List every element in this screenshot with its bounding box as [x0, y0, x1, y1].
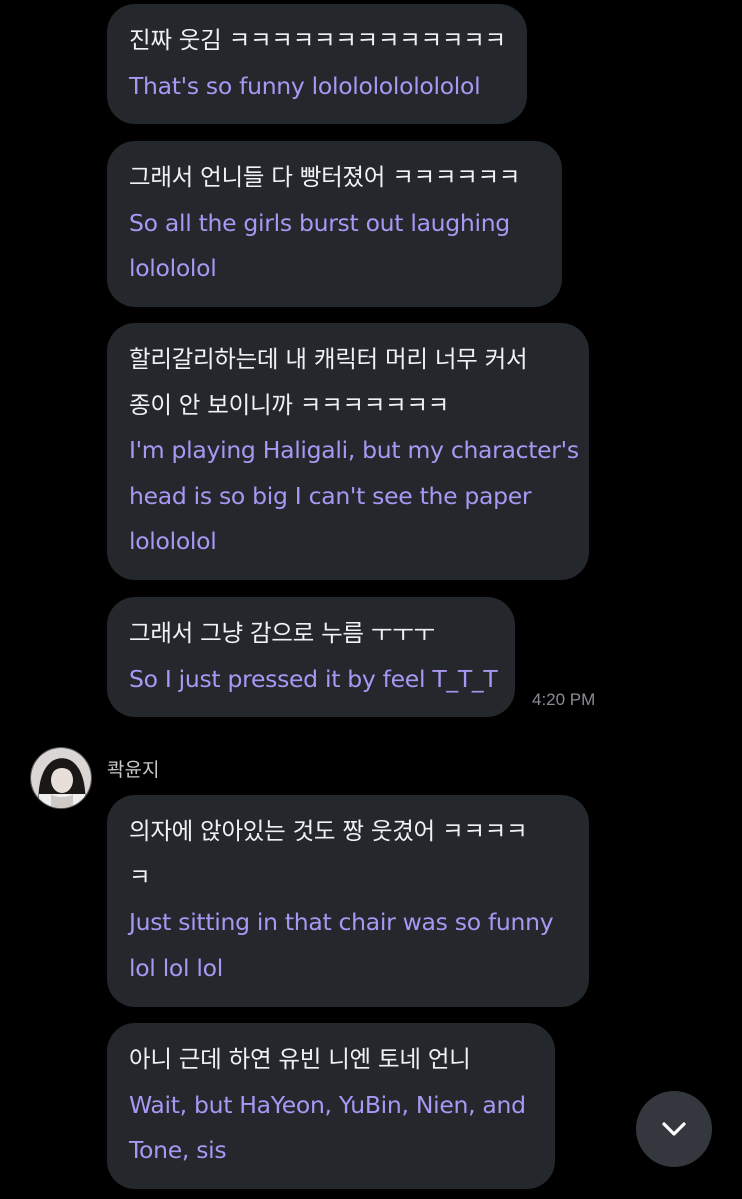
message-translation-text: lol lol lol: [129, 953, 223, 982]
message-translation-text: That's so funny lolololololololol: [129, 71, 481, 100]
message-translation-text: So all the girls burst out laughing: [129, 208, 510, 237]
message-translation-text: So I just pressed it by feel T_T_T: [129, 664, 498, 693]
message-original-text: 종이 안 보이니까 ㅋㅋㅋㅋㅋㅋㅋ: [129, 390, 449, 419]
avatar[interactable]: [30, 747, 92, 809]
sender-name: 콱윤지: [107, 759, 160, 781]
message-timestamp: 4:20 PM: [532, 690, 596, 709]
message-original-text: 진짜 웃김 ㅋㅋㅋㅋㅋㅋㅋㅋㅋㅋㅋㅋㅋ: [129, 26, 506, 54]
message-bubble[interactable]: 그래서 그냥 감으로 누름 ㅜㅜㅜ So I just pressed it b…: [107, 597, 515, 717]
message-original-text: ㅋ: [129, 862, 151, 891]
message-translation-text: I'm playing Haligali, but my character's: [129, 436, 579, 464]
message-original-text: 아니 근데 하연 유빈 니엔 토네 언니: [129, 1045, 471, 1073]
message-bubble[interactable]: 그래서 언니들 다 빵터졌어 ㅋㅋㅋㅋㅋㅋ So all the girls b…: [107, 141, 562, 307]
message-bubble[interactable]: 아니 근데 하연 유빈 니엔 토네 언니 Wait, but HaYeon, Y…: [107, 1023, 555, 1189]
message-original-text: 할리갈리하는데 내 캐릭터 머리 너무 커서: [129, 345, 528, 373]
message-bubble[interactable]: 의자에 앉아있는 것도 짱 웃겼어 ㅋㅋㅋㅋ ㅋ Just sitting in…: [107, 795, 589, 1007]
message-original-text: 의자에 앉아있는 것도 짱 웃겼어 ㅋㅋㅋㅋ: [129, 817, 528, 845]
scroll-to-bottom-button[interactable]: [636, 1091, 712, 1167]
message-translation-text: lolololol: [129, 254, 217, 282]
message-translation-text: Tone, sis: [129, 1136, 227, 1164]
message-translation-text: Just sitting in that chair was so funny: [129, 908, 554, 936]
profile-photo-icon: [31, 748, 91, 808]
message-bubble[interactable]: 진짜 웃김 ㅋㅋㅋㅋㅋㅋㅋㅋㅋㅋㅋㅋㅋ That's so funny lolo…: [107, 4, 527, 124]
message-translation-text: Wait, but HaYeon, YuBin, Nien, and: [129, 1090, 526, 1119]
message-original-text: 그래서 그냥 감으로 누름 ㅜㅜㅜ: [129, 619, 435, 647]
message-translation-text: head is so big I can't see the paper: [129, 481, 532, 510]
message-original-text: 그래서 언니들 다 빵터졌어 ㅋㅋㅋㅋㅋㅋ: [129, 163, 521, 191]
chevron-down-icon: [662, 1122, 686, 1136]
message-translation-text: lolololol: [129, 527, 217, 555]
message-bubble[interactable]: 할리갈리하는데 내 캐릭터 머리 너무 커서 종이 안 보이니까 ㅋㅋㅋㅋㅋㅋㅋ…: [107, 323, 589, 580]
